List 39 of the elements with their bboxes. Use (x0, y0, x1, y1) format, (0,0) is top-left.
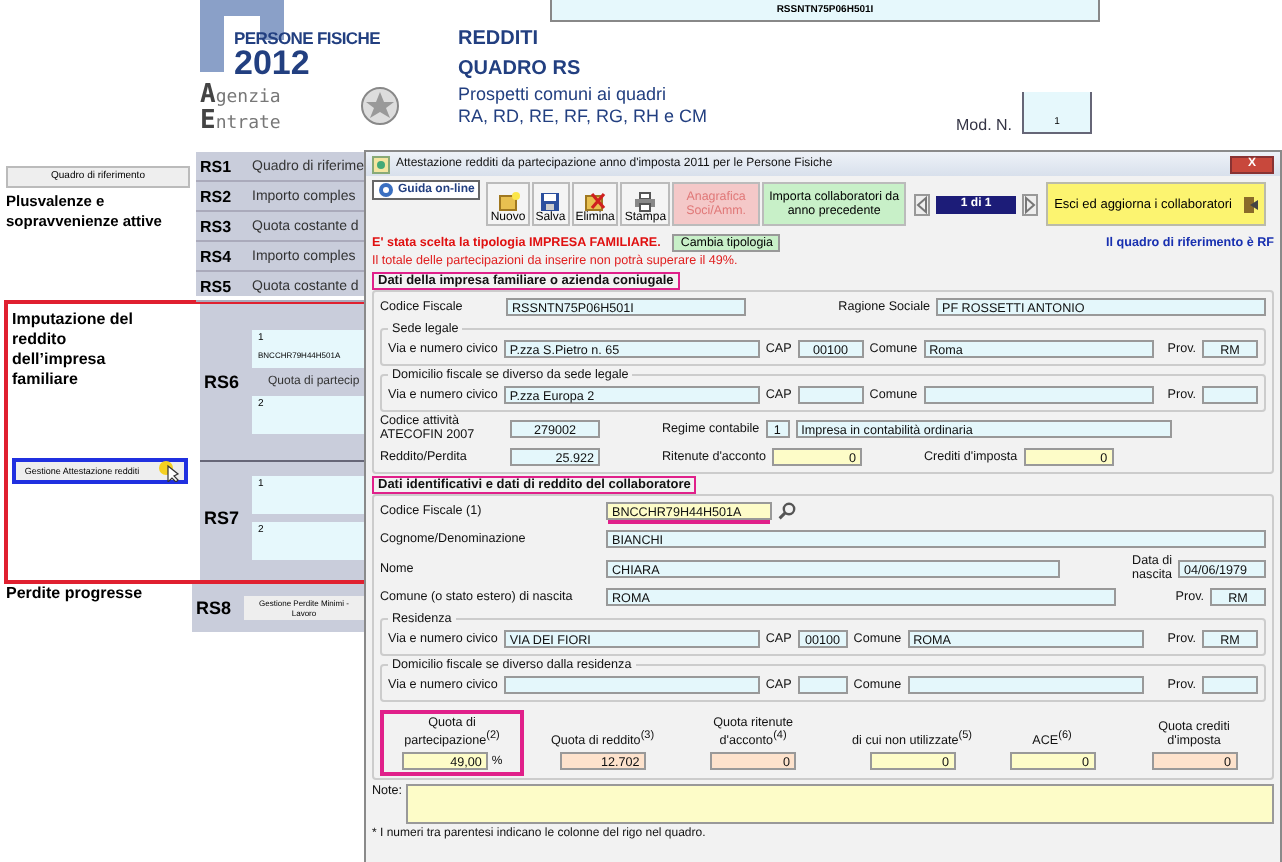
section-title: QUADRO RS (458, 56, 583, 84)
help-icon (378, 182, 394, 198)
row-code: RS2 (198, 187, 234, 205)
cap-field[interactable] (797, 386, 864, 404)
row-code: RS6 (202, 372, 242, 392)
row-code: RS7 (202, 508, 242, 528)
next-icon[interactable] (1022, 193, 1039, 215)
emblem-icon (360, 84, 400, 128)
section-label: Imputazione del reddito dell’impresa familiare (12, 310, 135, 390)
note-field[interactable] (406, 784, 1274, 825)
app-icon (372, 155, 390, 173)
province-field[interactable] (1202, 386, 1258, 404)
delete-icon (584, 192, 607, 212)
previous-icon[interactable] (914, 193, 931, 215)
province-field[interactable] (1202, 676, 1258, 694)
row-code: RS5 (198, 277, 234, 295)
year-title: 2012 (234, 46, 310, 80)
save-icon (540, 192, 561, 212)
street-field[interactable] (503, 676, 760, 694)
section-subtitle: RA, RD, RE, RF, RG, RH e CM (458, 106, 708, 128)
city-field[interactable] (923, 386, 1154, 404)
cap-field[interactable] (797, 676, 848, 694)
section-title: REDDITI (458, 26, 540, 54)
section-label: Perdite progresse (6, 584, 145, 606)
row-code: RS3 (198, 217, 234, 235)
door-icon (1241, 195, 1258, 213)
row-code: RS1 (198, 157, 234, 175)
search-icon[interactable] (778, 502, 796, 520)
section-subtitle: Prospetti comuni ai quadri (458, 84, 669, 106)
cursor-icon (156, 460, 180, 482)
mod-label: Mod. N. (956, 116, 1013, 134)
new-icon (497, 192, 520, 212)
row-code: RS8 (194, 598, 234, 618)
agency-logo-text: Entrate (200, 110, 281, 136)
brand-title: PERSONE FISICHE (234, 28, 380, 48)
agency-logo-text: Agenzia (200, 84, 281, 110)
city-field[interactable] (907, 676, 1144, 694)
print-icon (634, 192, 657, 212)
row-code: RS4 (198, 247, 234, 265)
